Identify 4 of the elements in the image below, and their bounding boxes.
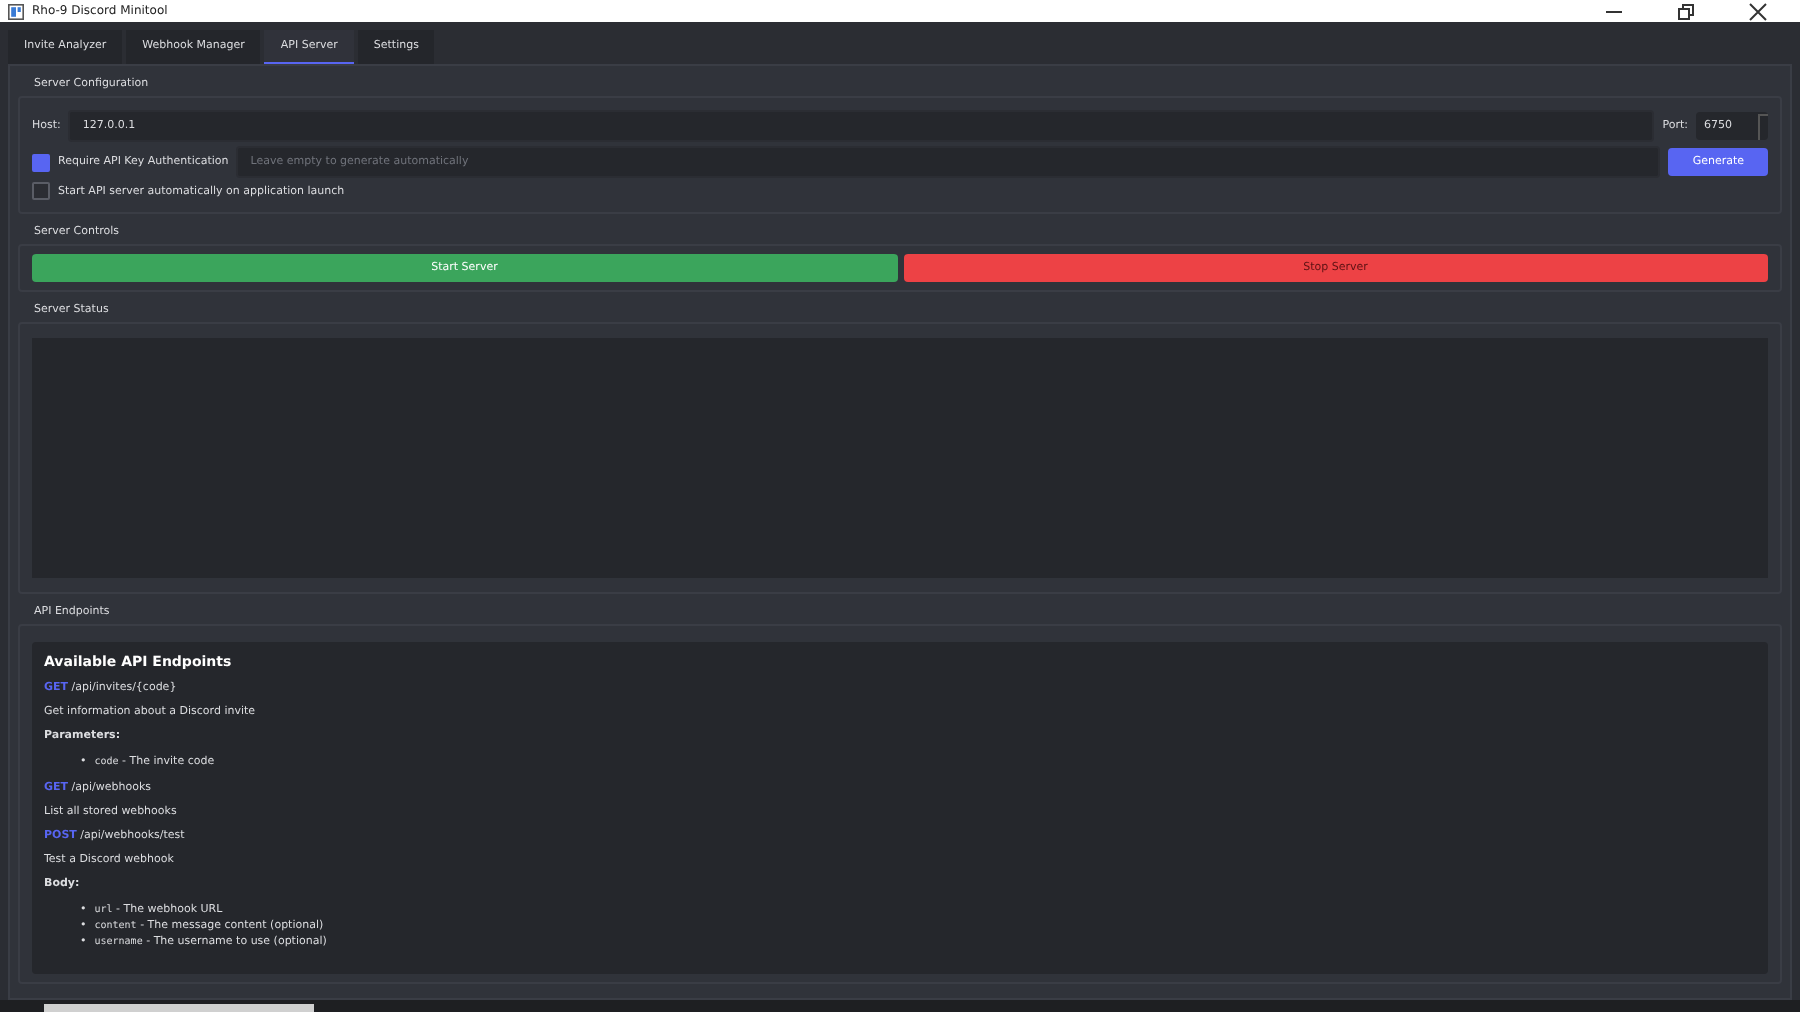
- checkbox[interactable]: [32, 182, 50, 200]
- checkbox[interactable]: [32, 153, 50, 171]
- close-icon[interactable]: [1748, 1, 1768, 21]
- restore-icon[interactable]: [1676, 1, 1696, 21]
